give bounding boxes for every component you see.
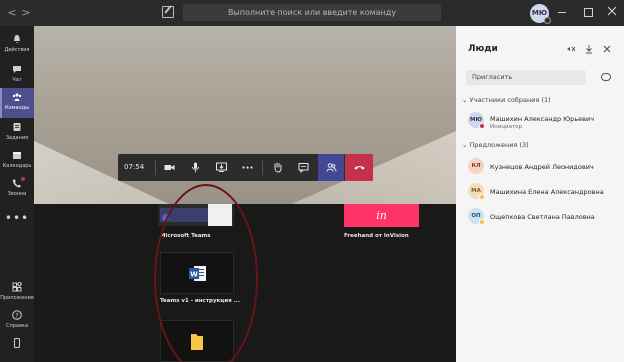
more-actions-button[interactable] bbox=[234, 154, 260, 181]
call-timer: 07:54 bbox=[124, 163, 145, 171]
forward-button[interactable]: > bbox=[20, 6, 32, 20]
rail-item-activity[interactable]: Действия bbox=[0, 30, 34, 60]
camera-icon bbox=[164, 165, 175, 170]
share-button[interactable] bbox=[208, 154, 234, 181]
minimize-button[interactable] bbox=[556, 6, 568, 18]
rail-item-calls[interactable]: Звонки bbox=[0, 174, 34, 204]
invite-input[interactable]: Пригласить bbox=[466, 70, 586, 85]
avatar: МЮ bbox=[468, 112, 485, 129]
chevron-down-icon: ⌄ bbox=[462, 141, 470, 149]
avatar: КЛ bbox=[468, 158, 484, 174]
rail-label: Справка bbox=[5, 323, 29, 329]
back-button[interactable]: < bbox=[6, 6, 18, 20]
rail-label: Команды bbox=[4, 105, 30, 111]
rail-label: Задания bbox=[5, 135, 29, 141]
status-icon bbox=[479, 123, 485, 129]
participants-button[interactable] bbox=[318, 154, 344, 181]
rail-item-device[interactable] bbox=[0, 334, 34, 362]
chat-icon bbox=[13, 66, 21, 73]
hang-up-button[interactable] bbox=[345, 154, 373, 181]
svg-text:?: ? bbox=[15, 312, 18, 319]
calendar-icon bbox=[13, 152, 21, 159]
close-icon bbox=[607, 6, 617, 16]
suggestion-item[interactable]: КЛ Кузнецов Андрей Леонидович bbox=[468, 158, 618, 178]
rail-label: Чат bbox=[12, 77, 22, 83]
mute-all-icon bbox=[567, 46, 576, 52]
end-call-icon bbox=[354, 166, 365, 170]
compose-icon[interactable] bbox=[162, 6, 174, 18]
invision-logo: in bbox=[376, 209, 387, 222]
rail-item-chat[interactable]: Чат bbox=[0, 60, 34, 90]
close-panel-button[interactable] bbox=[602, 44, 612, 54]
download-button[interactable] bbox=[584, 44, 594, 54]
chat-button[interactable] bbox=[290, 154, 316, 181]
mobile-icon bbox=[14, 338, 20, 348]
avatar-initials: МЮ bbox=[531, 9, 548, 17]
close-window-button[interactable] bbox=[606, 6, 618, 18]
mute-all-button[interactable] bbox=[566, 44, 576, 54]
people-icon bbox=[326, 163, 337, 172]
app-bar: Действия Чат Команды Задания Календарь З… bbox=[0, 26, 34, 362]
avatar: МА bbox=[468, 183, 485, 200]
app-tile-invision[interactable]: in bbox=[344, 204, 419, 227]
chevron-down-icon: ⌄ bbox=[462, 96, 470, 104]
rail-item-assignments[interactable]: Задания bbox=[0, 118, 34, 148]
share-screen-icon bbox=[216, 162, 227, 172]
notification-dot bbox=[21, 177, 25, 181]
mic-button[interactable] bbox=[182, 154, 208, 181]
section-header-participants[interactable]: ⌄ Участники собрания (1) bbox=[462, 96, 551, 104]
chat-icon bbox=[298, 163, 309, 173]
rail-label: Звонки bbox=[7, 191, 27, 197]
panel-title: Люди bbox=[468, 44, 498, 54]
section-header-suggestions[interactable]: ⌄ Предложения (3) bbox=[462, 141, 529, 149]
maximize-button[interactable] bbox=[584, 8, 593, 17]
copy-link-icon[interactable] bbox=[601, 73, 611, 81]
suggestion-name: Ощепкова Светлана Павловна bbox=[490, 213, 595, 221]
people-panel: Люди Пригласить ⌄ Участники собрания (1)… bbox=[456, 26, 624, 362]
rail-label: Календарь bbox=[2, 163, 32, 169]
teams-icon bbox=[12, 93, 22, 101]
close-icon bbox=[603, 45, 611, 53]
user-avatar[interactable]: МЮ bbox=[530, 4, 551, 24]
status-icon bbox=[479, 194, 485, 200]
rail-item-help[interactable]: ? Справка bbox=[0, 306, 34, 336]
title-bar: < > Выполните поиск или введите команду … bbox=[0, 0, 624, 26]
camera-button[interactable] bbox=[156, 154, 182, 181]
microphone-icon bbox=[192, 162, 199, 173]
meeting-stage: 07:54 Microsoft Teams in Freehand от InV… bbox=[34, 26, 456, 362]
search-input[interactable]: Выполните поиск или введите команду bbox=[183, 4, 441, 21]
more-apps-button[interactable]: ••• bbox=[0, 211, 34, 225]
status-icon bbox=[544, 17, 551, 24]
participant-name: Машихин Александр Юрьевич bbox=[490, 115, 595, 123]
suggestion-item[interactable]: ОП Ощепкова Светлана Павловна bbox=[468, 208, 618, 228]
assignments-icon bbox=[13, 123, 21, 131]
divider bbox=[262, 160, 263, 175]
participant-item[interactable]: МЮ Машихин Александр Юрьевич Инициатор bbox=[468, 112, 618, 132]
suggestion-name: Машихина Елена Александровна bbox=[490, 188, 604, 196]
status-icon bbox=[479, 219, 485, 225]
teams-window: < > Выполните поиск или введите команду … bbox=[0, 0, 624, 362]
call-controls: 07:54 bbox=[118, 154, 373, 181]
rail-label: Приложения bbox=[0, 295, 34, 301]
rail-item-apps[interactable]: Приложения bbox=[0, 278, 34, 308]
more-icon bbox=[242, 166, 253, 169]
rail-item-calendar[interactable]: Календарь bbox=[0, 146, 34, 176]
participant-role: Инициатор bbox=[490, 124, 523, 130]
suggestion-item[interactable]: МА Машихина Елена Александровна bbox=[468, 183, 618, 203]
help-icon: ? bbox=[12, 310, 22, 320]
avatar: ОП bbox=[468, 208, 485, 225]
hand-icon bbox=[274, 162, 282, 173]
suggestion-name: Кузнецов Андрей Леонидович bbox=[490, 163, 594, 171]
apps-icon bbox=[12, 282, 22, 292]
video-feed: 07:54 bbox=[34, 26, 456, 204]
raise-hand-button[interactable] bbox=[264, 154, 290, 181]
tile-label: Freehand от InVision bbox=[344, 233, 409, 239]
annotation-ellipse bbox=[154, 184, 258, 362]
rail-item-teams[interactable]: Команды bbox=[0, 88, 34, 118]
rail-label: Действия bbox=[4, 47, 30, 53]
download-icon bbox=[586, 45, 592, 54]
bell-icon bbox=[14, 35, 20, 43]
